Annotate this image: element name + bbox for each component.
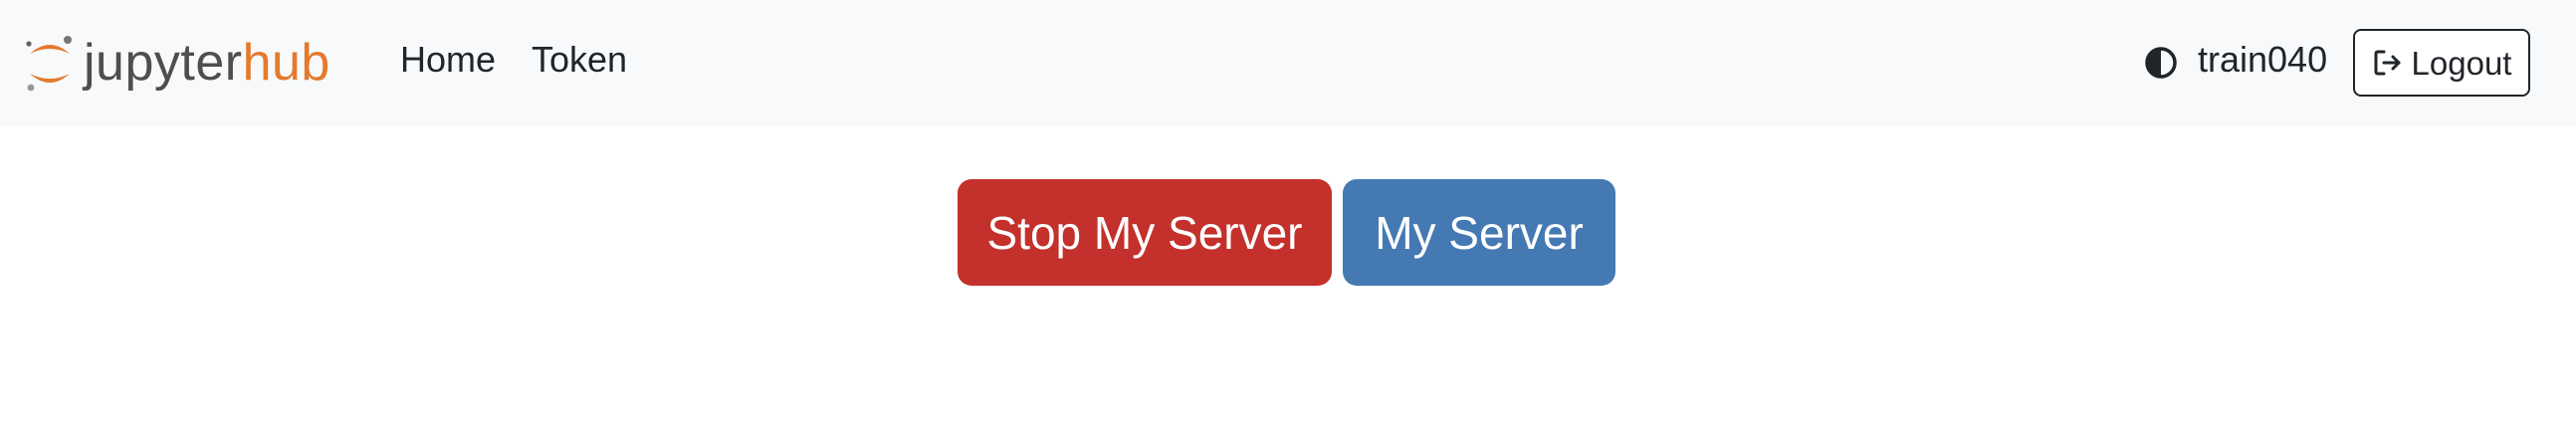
top-navbar: jupyterhub Home Token train040 Logout [0, 0, 2576, 126]
brand-home-link[interactable]: jupyterhub [22, 30, 330, 96]
nav-link-home[interactable]: Home [400, 38, 496, 81]
stop-my-server-button[interactable]: Stop My Server [958, 179, 1332, 286]
jupyter-logo-icon [26, 36, 72, 92]
brand-name: jupyterhub [84, 37, 330, 89]
brand-name-hub: hub [242, 34, 330, 92]
sign-out-icon [2374, 50, 2401, 76]
nav-link-token[interactable]: Token [532, 38, 627, 81]
username-label: train040 [2198, 39, 2328, 80]
brand-name-jupyter: jupyter [84, 34, 243, 92]
logout-button[interactable]: Logout [2353, 29, 2530, 97]
logout-label: Logout [2411, 44, 2512, 82]
half-circle-contrast-icon[interactable] [2144, 46, 2178, 80]
my-server-button[interactable]: My Server [1343, 179, 1615, 286]
